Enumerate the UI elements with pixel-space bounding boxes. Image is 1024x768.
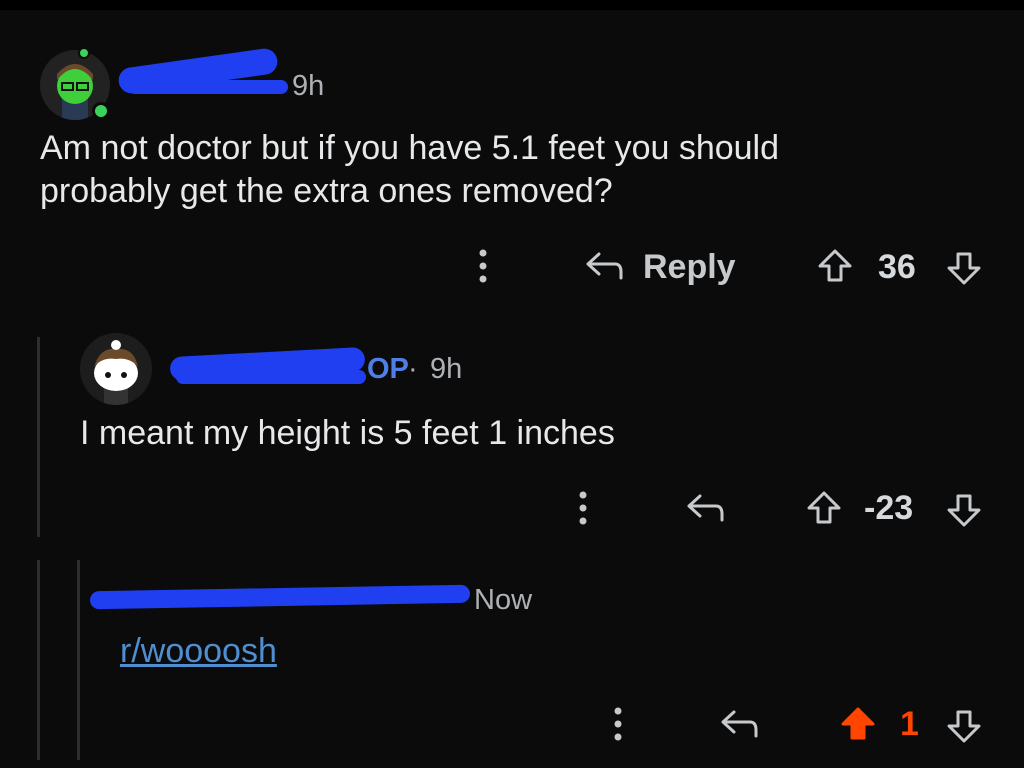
comment-time: Now (474, 584, 533, 616)
thread-line-1b[interactable] (37, 560, 40, 760)
downvote-icon[interactable] (946, 250, 982, 286)
status-strip (0, 0, 1024, 10)
upvote-active-icon[interactable] (840, 706, 876, 742)
score: -23 (864, 489, 914, 527)
user-avatar-2[interactable] (80, 333, 152, 405)
redacted-username-3 (89, 584, 471, 610)
more-options-icon[interactable] (477, 248, 489, 284)
more-options-icon[interactable] (577, 490, 589, 526)
score: 1 (900, 705, 919, 743)
reply-arrow-icon[interactable] (686, 492, 726, 524)
online-indicator (92, 102, 110, 120)
reply-label: Reply (643, 248, 736, 286)
downvote-icon[interactable] (946, 708, 982, 744)
score: 36 (878, 248, 916, 286)
comment-time: 9h (292, 70, 325, 102)
upvote-icon[interactable] (806, 490, 842, 526)
downvote-icon[interactable] (946, 492, 982, 528)
subreddit-link[interactable]: r/woooosh (120, 632, 277, 671)
avatar-character-icon (80, 333, 152, 405)
op-badge: OP (367, 353, 409, 385)
meta-separator: · (408, 353, 418, 385)
upvote-icon[interactable] (817, 248, 853, 284)
online-indicator-top (78, 47, 90, 59)
reply-arrow-icon (586, 252, 623, 280)
more-options-icon[interactable] (612, 706, 624, 742)
reply-arrow-icon[interactable] (720, 708, 760, 740)
comment-time: 9h (430, 353, 463, 385)
thread-line-1[interactable] (37, 337, 40, 537)
thread-line-2[interactable] (77, 560, 80, 760)
redacted-username-2b (176, 370, 366, 384)
redacted-username-1b (128, 80, 288, 94)
comment-body-line-1: Am not doctor but if you have 5.1 feet y… (40, 129, 780, 167)
comment-body-line-2: probably get the extra ones removed? (40, 172, 613, 210)
comment-body: I meant my height is 5 feet 1 inches (80, 414, 615, 452)
